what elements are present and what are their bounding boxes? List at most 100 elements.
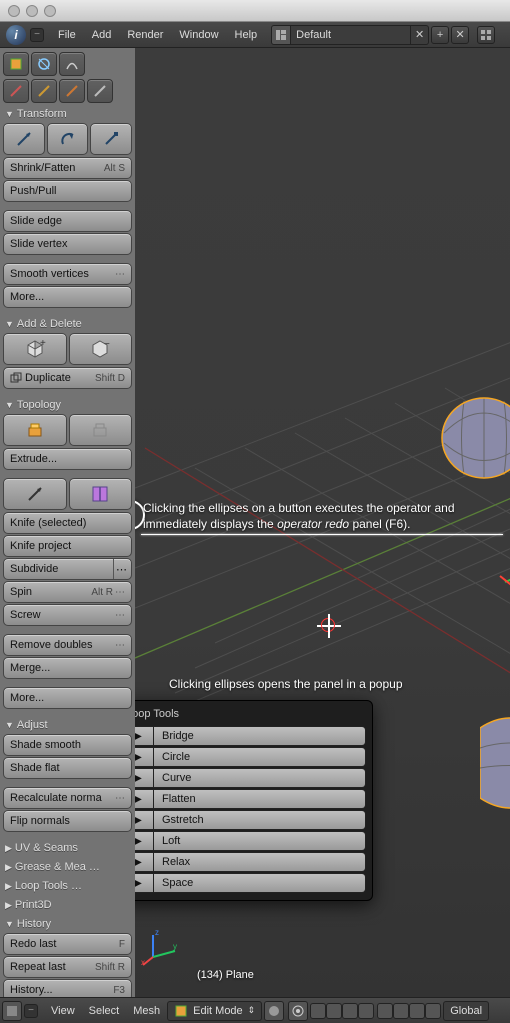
extrude-menu-button[interactable]: Extrude... [3,448,132,470]
panel-header-transform[interactable]: ▼Transform [3,106,132,122]
popup-item-curve[interactable]: ▶Curve [135,768,366,788]
tool-icon-2[interactable] [31,79,57,103]
mode-object-icon[interactable] [3,52,29,76]
subdivide-button[interactable]: Subdivide ⋯ [3,558,132,580]
translate-button[interactable] [3,123,45,155]
layout-plus-button[interactable]: + [431,26,449,44]
svg-text:x: x [141,958,145,967]
transform-more-button[interactable]: More... [3,286,132,308]
tool-icon-1[interactable] [3,79,29,103]
footer-menu-select[interactable]: Select [82,1005,127,1017]
recalc-normals-button[interactable]: Recalculate norma⋯ [3,787,132,809]
panel-header-loop[interactable]: ▶Loop Tools … [3,878,132,894]
popup-item-space[interactable]: ▶Space [135,873,366,893]
mode-selector[interactable]: Edit Mode ⇕ [167,1001,262,1021]
label: Transform [17,108,67,120]
menu-help[interactable]: Help [227,29,266,41]
limit-sel-button[interactable] [358,1003,374,1019]
layout-name-field[interactable] [291,25,411,45]
panel-header-add-delete[interactable]: ▼Add & Delete [3,316,132,332]
knife-button[interactable] [3,478,67,510]
traffic-close-icon[interactable] [8,5,20,17]
manip-translate-icon[interactable] [393,1003,409,1019]
panel-header-topology[interactable]: ▼Topology [3,397,132,413]
merge-button[interactable]: Merge... [3,657,132,679]
footer-menu-mesh[interactable]: Mesh [126,1005,167,1017]
collapse-menus-button[interactable]: − [30,28,44,42]
footer-collapse-button[interactable]: − [24,1004,38,1018]
delete-cube-button[interactable]: − [69,333,133,365]
panel-header-history[interactable]: ▼History [3,916,132,932]
tool-icon-3[interactable] [59,79,85,103]
menu-add[interactable]: Add [84,29,120,41]
panel-header-adjust[interactable]: ▼Adjust [3,717,132,733]
layout-browse-icon[interactable] [271,25,291,45]
add-cube-button[interactable]: + [3,333,67,365]
smooth-verts-button[interactable]: Smooth vertices⋯ [3,263,132,285]
manipulator-toggle[interactable] [377,1003,393,1019]
remove-doubles-button[interactable]: Remove doubles⋯ [3,634,132,656]
popup-item-relax[interactable]: ▶Relax [135,852,366,872]
panel-header-grease[interactable]: ▶Grease & Mea … [3,859,132,875]
redo-last-button[interactable]: Redo lastF [3,933,132,955]
edit-mode-icon [174,1004,188,1018]
manip-rotate-icon[interactable] [409,1003,425,1019]
mode-sculpt-icon[interactable] [59,52,85,76]
layout-add-button[interactable]: ✕ [411,25,429,45]
traffic-zoom-icon[interactable] [44,5,56,17]
extrude-region-button[interactable] [3,414,67,446]
slide-edge-button[interactable]: Slide edge [3,210,132,232]
popup-item-gstretch[interactable]: ▶Gstretch [135,810,366,830]
popup-item-bridge[interactable]: ▶Bridge [135,726,366,746]
spin-button[interactable]: SpinAlt R⋯ [3,581,132,603]
rotate-button[interactable] [47,123,89,155]
sel-mode-face-button[interactable] [342,1003,358,1019]
traffic-min-icon[interactable] [26,5,38,17]
popup-item-flatten[interactable]: ▶Flatten [135,789,366,809]
loopcut-button[interactable] [69,478,133,510]
shade-smooth-button[interactable]: Shade smooth [3,734,132,756]
panel-header-uv[interactable]: ▶UV & Seams [3,840,132,856]
popup-item-label: Gstretch [154,810,366,830]
footer-menu-view[interactable]: View [44,1005,82,1017]
knife-project-button[interactable]: Knife project [3,535,132,557]
panel-header-print3d[interactable]: ▶Print3D [3,897,132,913]
viewport-3d[interactable]: Clicking the ellipses on a button execut… [135,48,510,997]
chevron-updown-icon: ⇕ [248,1005,256,1016]
menu-render[interactable]: Render [119,29,171,41]
screw-button[interactable]: Screw⋯ [3,604,132,626]
orientation-selector[interactable]: Global [443,1001,489,1021]
slide-vertex-button[interactable]: Slide vertex [3,233,132,255]
shading-icon[interactable] [264,1001,284,1021]
play-icon: ▶ [135,852,154,872]
topology-more-button[interactable]: More... [3,687,132,709]
extrude-individual-button[interactable] [69,414,133,446]
knife-selected-button[interactable]: Knife (selected) [3,512,132,534]
mode-edit-icon[interactable] [31,52,57,76]
history-menu-button[interactable]: History...F3 [3,979,132,997]
sel-mode-edge-button[interactable] [326,1003,342,1019]
mesh-object-sphere [424,383,510,513]
subdivide-ellipsis-button[interactable]: ⋯ [113,559,129,579]
menu-window[interactable]: Window [171,29,226,41]
popup-item-circle[interactable]: ▶Circle [135,747,366,767]
push-pull-button[interactable]: Push/Pull [3,180,132,202]
repeat-last-button[interactable]: Repeat lastShift R [3,956,132,978]
manip-scale-icon[interactable] [425,1003,441,1019]
tool-shelf: ▼Transform Shrink/FattenAlt S Push/Pull … [0,48,135,997]
layout-x-button[interactable]: ✕ [451,26,469,44]
shrink-fatten-button[interactable]: Shrink/FattenAlt S [3,157,132,179]
sel-mode-vert-button[interactable] [310,1003,326,1019]
popup-item-label: Space [154,873,366,893]
pivot-icon[interactable] [288,1001,308,1021]
shade-flat-button[interactable]: Shade flat [3,757,132,779]
scale-button[interactable] [90,123,132,155]
editor-type-icon[interactable] [2,1001,22,1021]
tool-icon-4[interactable] [87,79,113,103]
menu-file[interactable]: File [50,29,84,41]
popup-item-label: Loft [154,831,366,851]
flip-normals-button[interactable]: Flip normals [3,810,132,832]
popup-item-loft[interactable]: ▶Loft [135,831,366,851]
scene-browse-button[interactable] [477,26,495,44]
duplicate-button[interactable]: DuplicateShift D [3,367,132,389]
